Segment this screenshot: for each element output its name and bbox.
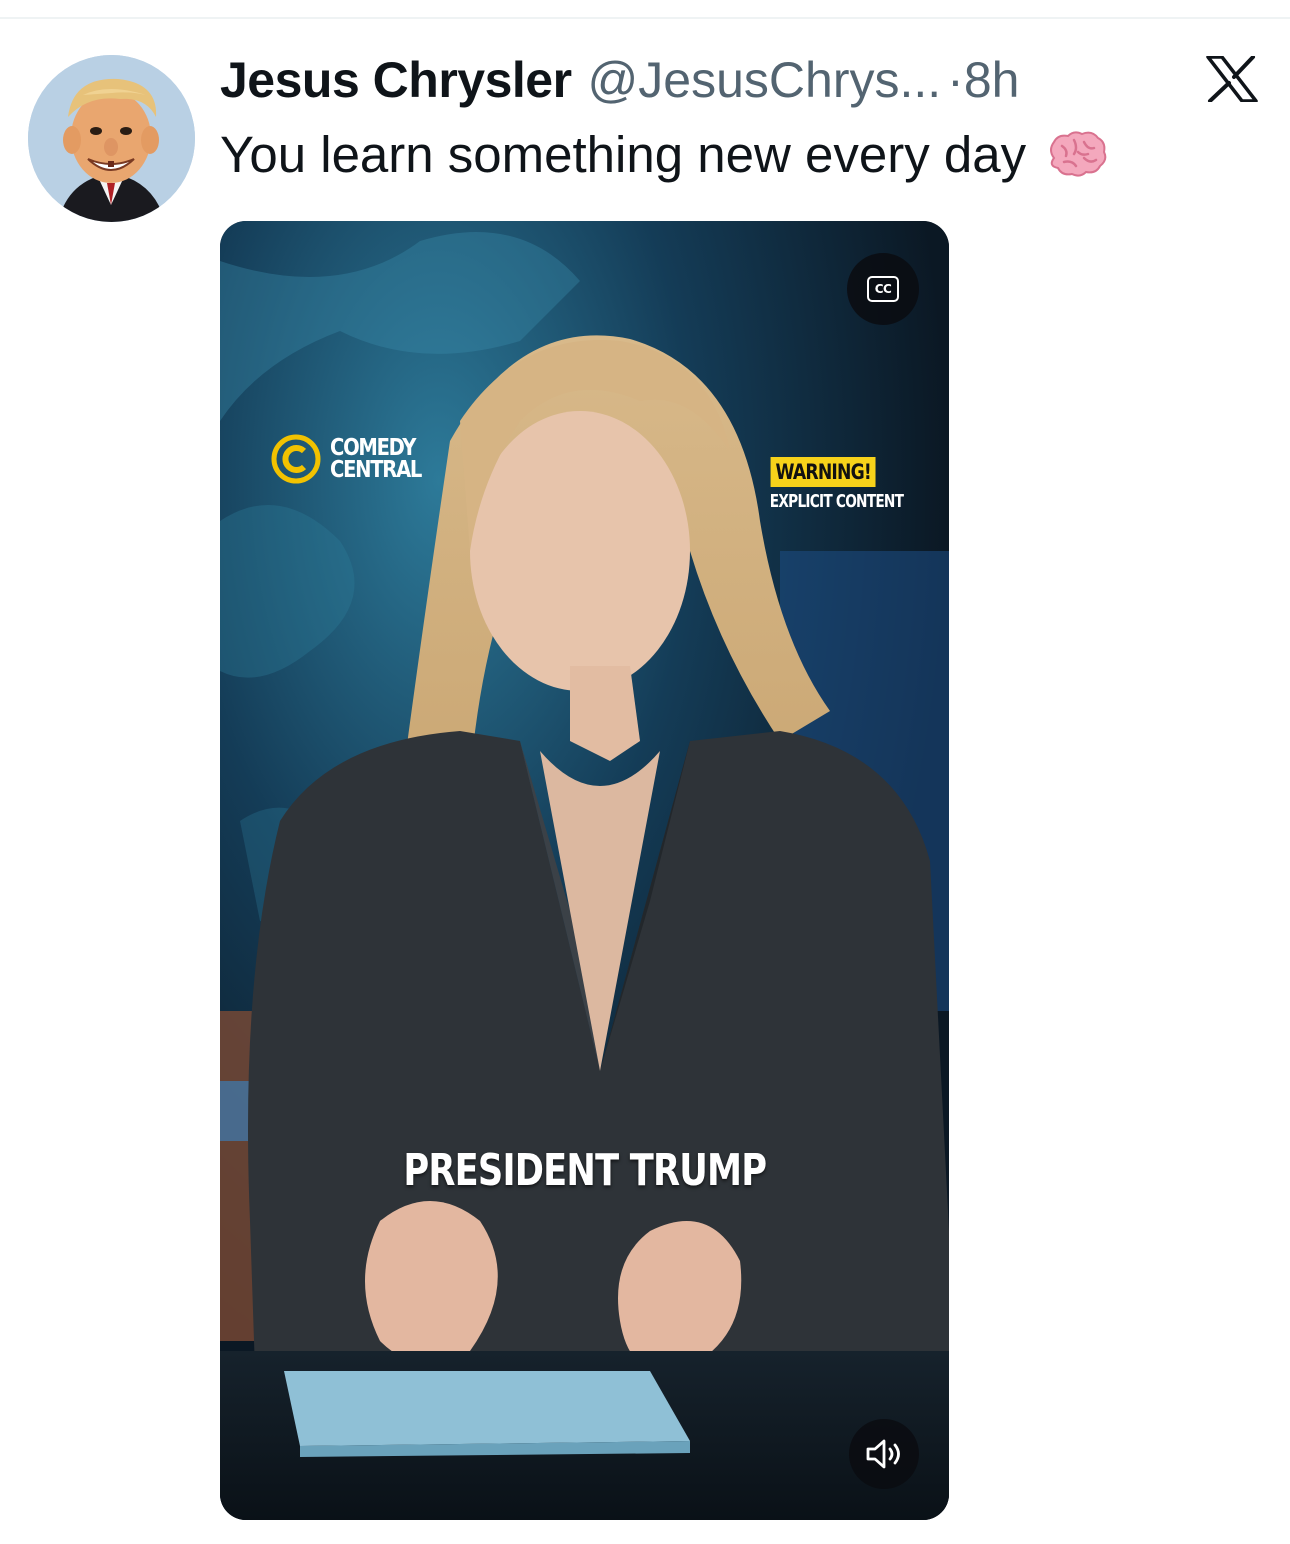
closed-captions-icon: CC: [867, 276, 899, 302]
tweet-text-content: You learn something new every day: [220, 126, 1027, 183]
timestamp[interactable]: 8h: [964, 48, 1020, 112]
comedy-central-icon: [271, 434, 321, 484]
avatar-image: [28, 55, 195, 222]
warning-badge: WARNING!: [770, 457, 876, 487]
logo-line-1: COMEDY: [330, 435, 416, 461]
volume-icon: [866, 1439, 900, 1469]
top-divider: [0, 17, 1290, 19]
caption-text: PRESIDENT TRUMP: [403, 1145, 767, 1196]
tweet-header: Jesus Chrysler @JesusChrys... · 8h: [220, 48, 1019, 112]
logo-line-2: CENTRAL: [330, 457, 422, 483]
content-warning: WARNING! EXPLICIT CONTENT: [753, 457, 904, 515]
video-frame: [220, 221, 949, 1520]
video-caption: PRESIDENT TRUMP: [220, 1141, 949, 1201]
brain-emoji-icon: [1050, 131, 1107, 177]
comedy-central-logo: COMEDY CENTRAL: [270, 433, 437, 485]
x-logo-icon: [1206, 56, 1258, 102]
user-handle[interactable]: @JesusChrys...: [588, 48, 942, 112]
explicit-content-label: EXPLICIT CONTENT: [769, 491, 904, 512]
volume-button[interactable]: [849, 1419, 919, 1489]
avatar[interactable]: [28, 55, 195, 222]
tweet-text: You learn something new every day: [220, 122, 1108, 188]
closed-captions-button[interactable]: CC: [847, 253, 919, 325]
separator-dot: ·: [947, 52, 964, 108]
video-player[interactable]: COMEDY CENTRAL WARNING! EXPLICIT CONTENT…: [220, 221, 949, 1520]
display-name[interactable]: Jesus Chrysler: [220, 48, 572, 112]
comedy-central-text: COMEDY CENTRAL: [330, 435, 422, 483]
